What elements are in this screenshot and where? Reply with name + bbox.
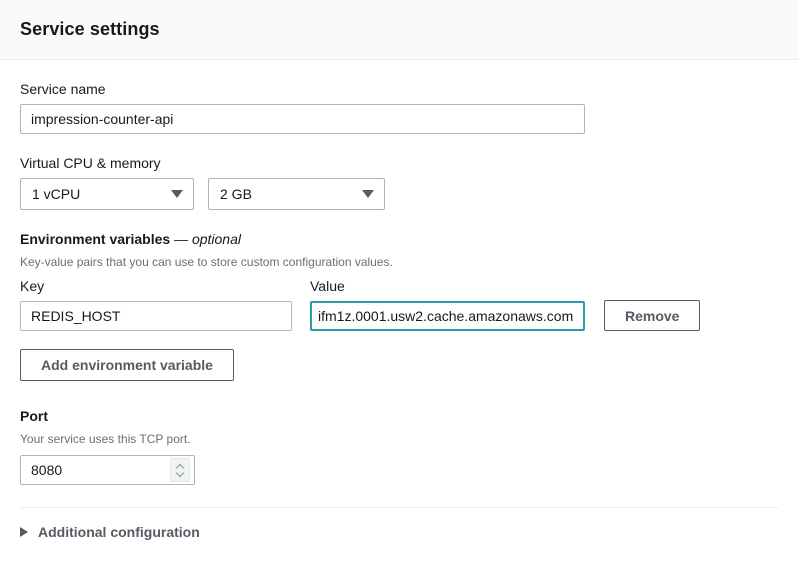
column-header-value: Value: [310, 278, 345, 294]
panel-body: Service name impression-counter-api Virt…: [0, 60, 798, 508]
additional-configuration-label: Additional configuration: [38, 524, 200, 540]
service-name-input[interactable]: impression-counter-api: [20, 104, 585, 134]
memory-select[interactable]: 2 GB: [208, 178, 385, 210]
port-field-group: Port Your service uses this TCP port. 80…: [20, 407, 778, 485]
service-name-field-group: Service name impression-counter-api: [20, 80, 778, 134]
environment-variables-label: Environment variables — optional: [20, 230, 778, 248]
environment-variables-description: Key-value pairs that you can use to stor…: [20, 255, 393, 269]
cpu-memory-selects: 1 vCPU 2 GB: [20, 178, 778, 210]
vcpu-select-value: 1 vCPU: [32, 186, 81, 202]
env-value-input-text: ifm1z.0001.usw2.cache.amazonaws.com: [318, 307, 574, 324]
env-value-input[interactable]: ifm1z.0001.usw2.cache.amazonaws.com: [310, 300, 585, 331]
port-input[interactable]: 8080: [20, 455, 195, 485]
chevron-right-icon: [20, 527, 28, 537]
port-label: Port: [20, 408, 48, 424]
service-name-label: Service name: [20, 81, 106, 97]
vcpu-select[interactable]: 1 vCPU: [20, 178, 194, 210]
panel-header: Service settings: [0, 0, 798, 60]
chevron-down-icon[interactable]: [177, 471, 184, 475]
add-environment-variable-button[interactable]: Add environment variable: [20, 349, 234, 381]
number-stepper[interactable]: [170, 458, 190, 482]
environment-variables-optional-tag: — optional: [174, 231, 241, 247]
env-key-input[interactable]: REDIS_HOST: [20, 300, 292, 331]
chevron-down-icon: [171, 190, 183, 198]
environment-variable-row: REDIS_HOST ifm1z.0001.usw2.cache.amazona…: [20, 300, 778, 331]
port-input-value: 8080: [31, 462, 63, 478]
column-header-key: Key: [20, 278, 45, 294]
environment-variables-column-headers: Key Value: [20, 278, 778, 294]
additional-configuration-toggle[interactable]: Additional configuration: [0, 508, 798, 540]
chevron-down-icon: [362, 190, 374, 198]
remove-env-variable-button[interactable]: Remove: [604, 300, 701, 331]
service-settings-panel: Service settings Service name impression…: [0, 0, 798, 561]
cpu-memory-field-group: Virtual CPU & memory 1 vCPU 2 GB: [20, 154, 778, 210]
environment-variables-label-text: Environment variables: [20, 231, 171, 247]
port-description: Your service uses this TCP port.: [20, 432, 191, 446]
page-title: Service settings: [20, 19, 160, 39]
memory-select-value: 2 GB: [220, 186, 252, 202]
cpu-memory-label: Virtual CPU & memory: [20, 155, 161, 171]
environment-variables-group: Environment variables — optional Key-val…: [20, 230, 778, 381]
